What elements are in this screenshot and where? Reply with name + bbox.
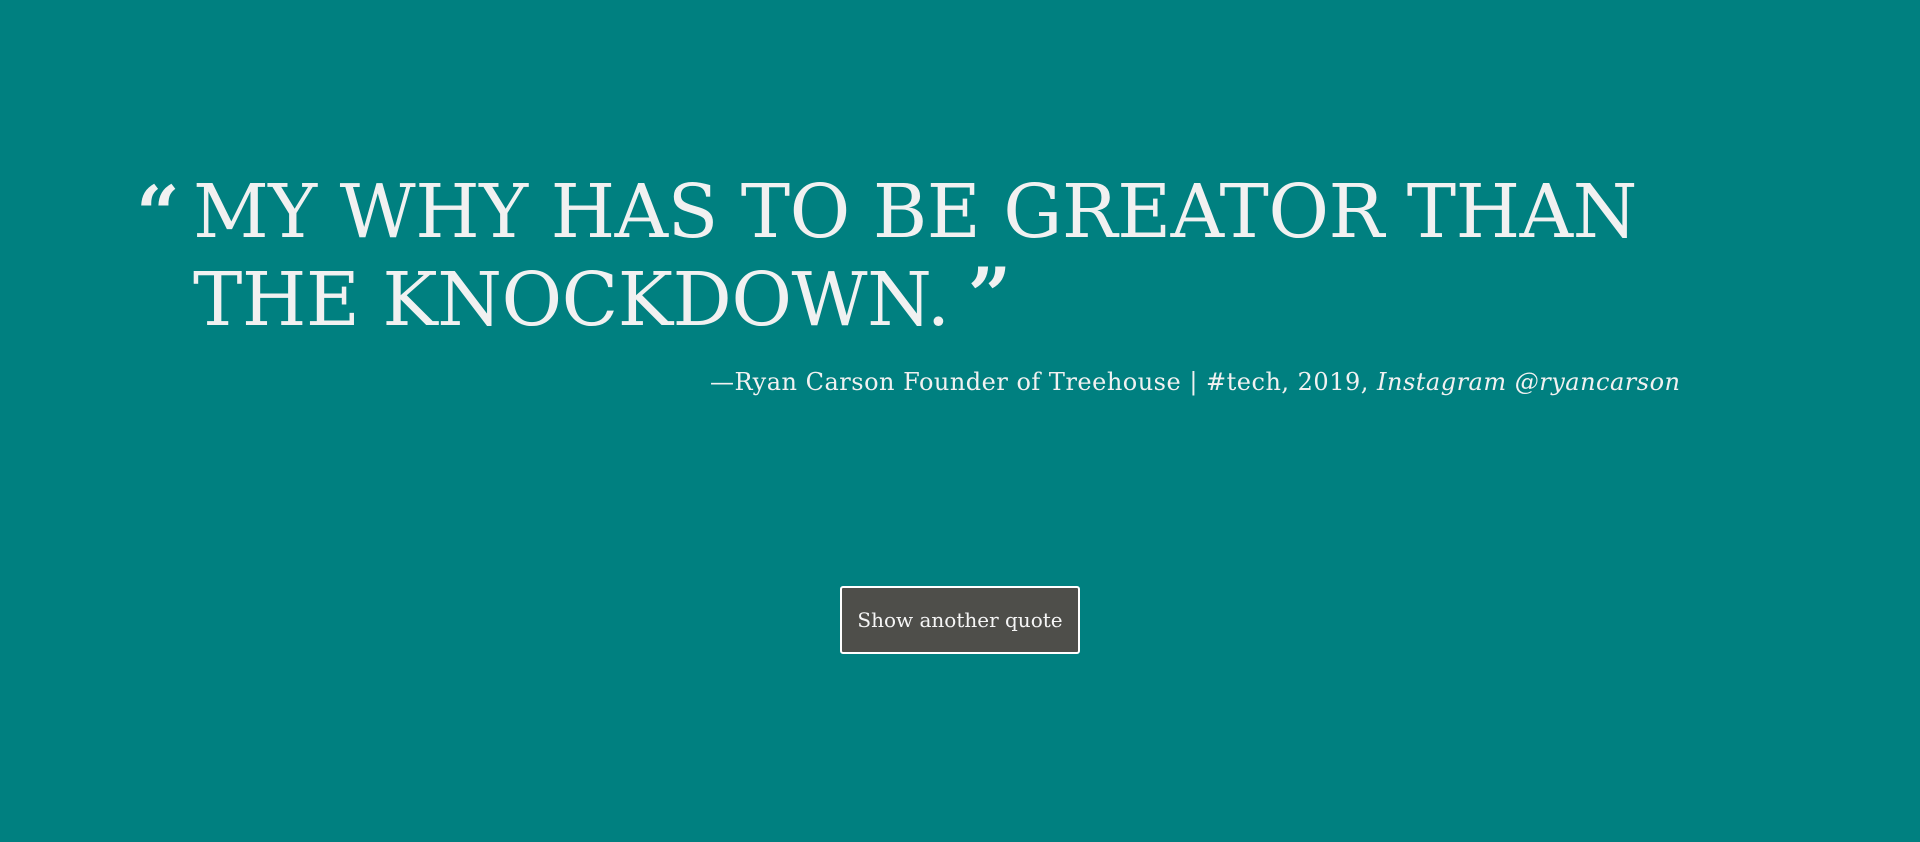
- quote-attribution: —Ryan Carson Founder of Treehouse | #tec…: [710, 366, 1680, 398]
- attribution-text: —Ryan Carson Founder of Treehouse | #tec…: [710, 368, 1377, 396]
- quote-text: MY WHY HAS TO BE GREATOR THAN THE KNOCKD…: [193, 168, 1756, 344]
- attribution-source: Instagram @ryancarson: [1377, 368, 1681, 396]
- quote-content: MY WHY HAS TO BE GREATOR THAN THE KNOCKD…: [193, 169, 1637, 343]
- open-quote-icon: “: [136, 169, 180, 258]
- quote-block: “ MY WHY HAS TO BE GREATOR THAN THE KNOC…: [136, 168, 1756, 344]
- close-quote-icon: ”: [967, 251, 1012, 340]
- show-another-quote-button[interactable]: Show another quote: [840, 586, 1080, 654]
